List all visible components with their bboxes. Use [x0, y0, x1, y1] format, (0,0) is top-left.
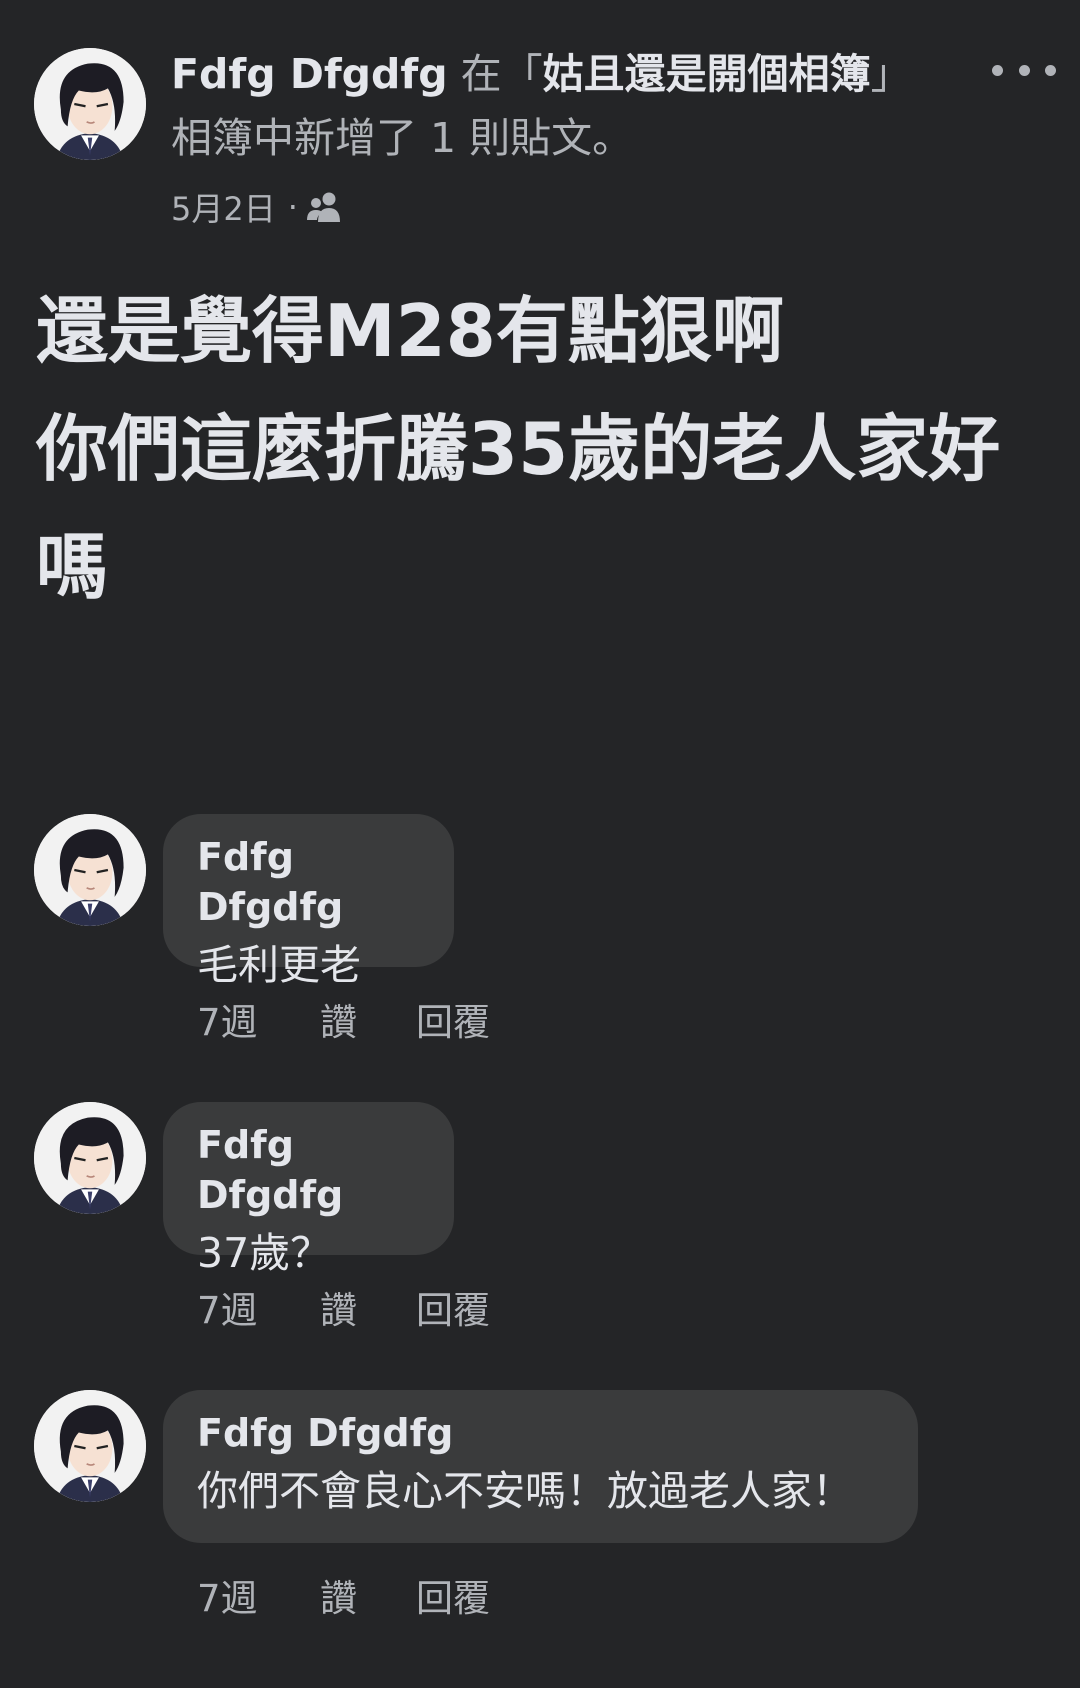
comment-avatar[interactable]	[34, 1102, 146, 1214]
post-header: Fdfg Dfgdfg 在「姑且還是開個相簿」相簿中新增了 1 則貼文。	[171, 42, 951, 170]
comment-bubble: Fdfg Dfgdfg 37歲？	[163, 1102, 454, 1277]
reply-button[interactable]: 回覆	[416, 992, 490, 1046]
avatar-image	[34, 1390, 146, 1502]
comment-text: 毛利更老	[197, 941, 361, 989]
comment-text: 你們不會良心不安嗎！放過老人家！	[197, 1467, 853, 1515]
avatar-image	[34, 814, 146, 926]
post-meta: 5月2日 ·	[171, 182, 344, 232]
more-options-button[interactable]	[992, 52, 1056, 88]
comment-bubble: Fdfg Dfgdfg 毛利更老	[163, 814, 454, 989]
comment-author[interactable]: Fdfg Dfgdfg	[197, 1408, 884, 1458]
post-body-line: 還是覺得M28有點狠啊	[36, 289, 784, 373]
post-body: 還是覺得M28有點狠啊 你們這麼折騰35歲的老人家好 嗎	[36, 272, 1046, 626]
comment-avatar[interactable]	[34, 814, 146, 926]
comment-actions: 7週 讚 回覆	[197, 994, 490, 1044]
reply-button[interactable]: 回覆	[416, 1280, 490, 1334]
avatar-image	[34, 48, 146, 160]
meta-separator: ·	[287, 188, 298, 226]
comment-avatar[interactable]	[34, 1390, 146, 1502]
more-dots-icon-dot	[1018, 64, 1030, 76]
like-button[interactable]: 讚	[320, 1280, 416, 1334]
comment-author[interactable]: Fdfg Dfgdfg	[197, 1120, 420, 1220]
comment-actions: 7週 讚 回覆	[197, 1282, 490, 1332]
like-button[interactable]: 讚	[320, 992, 416, 1046]
more-dots-icon-dot	[1045, 64, 1056, 76]
more-dots-icon	[992, 64, 1003, 76]
friends-icon[interactable]	[306, 190, 344, 224]
post-author-name[interactable]: Fdfg Dfgdfg	[171, 50, 448, 98]
comment-actions: 7週 讚 回覆	[197, 1570, 490, 1620]
post-body-line: 嗎	[36, 525, 109, 609]
like-button[interactable]: 讚	[320, 1568, 416, 1622]
comment-time[interactable]: 7週	[197, 992, 320, 1046]
post-body-line: 你們這麼折騰35歲的老人家好	[36, 407, 1001, 491]
comment-text: 37歲？	[197, 1229, 332, 1277]
avatar-image	[34, 1102, 146, 1214]
album-name-link[interactable]: 姑且還是開個相簿	[543, 50, 871, 98]
post-date[interactable]: 5月2日	[171, 184, 276, 230]
reply-button[interactable]: 回覆	[416, 1568, 490, 1622]
comment-bubble: Fdfg Dfgdfg 你們不會良心不安嗎！放過老人家！	[163, 1390, 918, 1543]
comment-time[interactable]: 7週	[197, 1568, 320, 1622]
header-in-word: 在「	[447, 50, 543, 98]
comment-time[interactable]: 7週	[197, 1280, 320, 1334]
comment-author[interactable]: Fdfg Dfgdfg	[197, 832, 420, 932]
post-author-avatar[interactable]	[34, 48, 146, 160]
